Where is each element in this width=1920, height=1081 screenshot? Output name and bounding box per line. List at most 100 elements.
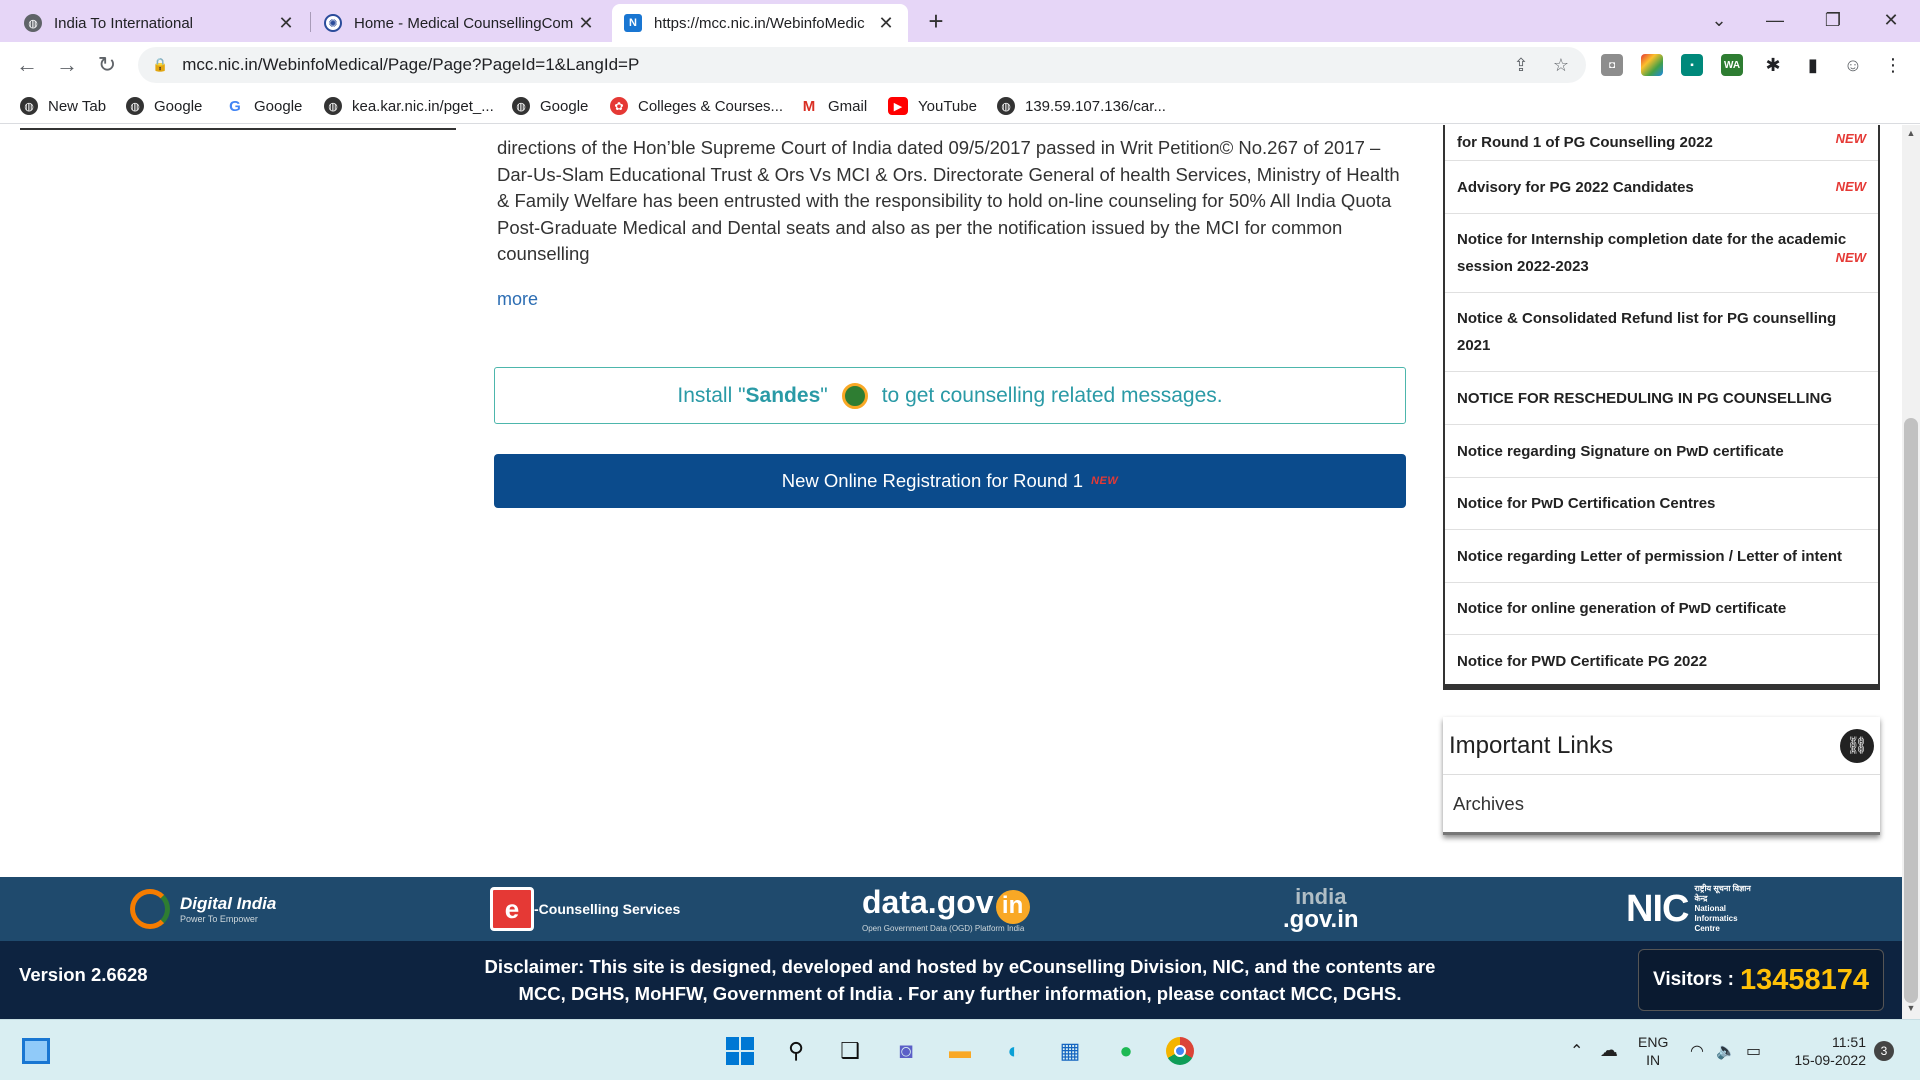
- widgets-icon[interactable]: [20, 1035, 52, 1067]
- tab-separator: [310, 12, 311, 32]
- new-badge: NEW: [1835, 131, 1866, 146]
- version-label: Version 2.6628: [19, 964, 148, 985]
- bookmark-kea[interactable]: ◍ kea.kar.nic.in/pget_...: [324, 95, 494, 117]
- bookmark-youtube[interactable]: ▶ YouTube: [888, 95, 977, 117]
- notice-item[interactable]: NOTICE FOR RESCHEDULING IN PG COUNSELLIN…: [1445, 372, 1878, 425]
- bookmark-google-3[interactable]: ◍ Google: [512, 95, 588, 117]
- globe-icon: ◍: [20, 97, 38, 115]
- bookmark-google-2[interactable]: G Google: [226, 95, 302, 117]
- menu-dots-icon[interactable]: ⋮: [1878, 50, 1908, 80]
- new-tab-button[interactable]: +: [922, 6, 950, 37]
- visitors-count: 13458174: [1739, 963, 1869, 996]
- notice-text: Advisory for PG 2022 Candidates: [1457, 178, 1694, 196]
- profile-avatar[interactable]: ☺: [1838, 50, 1868, 80]
- browser-tab-2[interactable]: ✺ Home - Medical CounsellingCom ✕: [312, 4, 608, 42]
- scroll-up-arrow-icon[interactable]: ▲: [1904, 128, 1918, 142]
- notice-item[interactable]: Notice regarding Signature on PwD certif…: [1445, 425, 1878, 478]
- restore-icon[interactable]: ❐: [1810, 0, 1856, 40]
- spotify-icon[interactable]: ●: [1110, 1035, 1142, 1067]
- wifi-icon[interactable]: ◠: [1690, 1020, 1704, 1081]
- camera-extension-icon[interactable]: ◘: [1601, 54, 1623, 76]
- registration-button-label: New Online Registration for Round 1: [781, 470, 1084, 491]
- browser-tab-1[interactable]: ◍ India To International ✕: [12, 4, 308, 42]
- bookmark-label: kea.kar.nic.in/pget_...: [352, 97, 494, 115]
- notification-center[interactable]: 3: [1874, 1020, 1894, 1081]
- reload-icon[interactable]: ↻: [92, 50, 122, 80]
- language-indicator[interactable]: ENG IN: [1638, 1020, 1668, 1081]
- more-link[interactable]: more: [497, 289, 538, 310]
- address-bar[interactable]: 🔒 mcc.nic.in/WebinfoMedical/Page/Page?Pa…: [138, 47, 1586, 83]
- notice-item[interactable]: Notice for PWD Certificate PG 2022: [1445, 635, 1878, 688]
- ecounselling-logo[interactable]: e -Counselling Services: [490, 881, 680, 937]
- notice-item[interactable]: Notice for Internship completion date fo…: [1445, 214, 1878, 293]
- address-url[interactable]: mcc.nic.in/WebinfoMedical/Page/Page?Page…: [182, 55, 639, 75]
- back-arrow-icon[interactable]: ←: [12, 50, 42, 80]
- page-scrollbar-thumb[interactable]: [1904, 418, 1918, 1003]
- window-close-icon[interactable]: ✕: [1868, 0, 1914, 40]
- teams-chat-icon[interactable]: ◙: [890, 1035, 922, 1067]
- bookmark-star-icon[interactable]: ☆: [1546, 50, 1576, 80]
- archives-link[interactable]: Archives: [1443, 775, 1880, 815]
- notice-item[interactable]: Notice for online generation of PwD cert…: [1445, 583, 1878, 635]
- task-view-icon[interactable]: ❑: [834, 1035, 866, 1067]
- bookmark-new-tab[interactable]: ◍ New Tab: [20, 95, 106, 117]
- colleges-logo-icon: ✿: [610, 97, 628, 115]
- side-panel-icon[interactable]: ▮: [1798, 50, 1828, 80]
- notice-text: Notice regarding Signature on PwD certif…: [1457, 442, 1784, 460]
- bookmark-gmail[interactable]: M Gmail: [800, 95, 867, 117]
- bookmark-label: Google: [254, 97, 303, 115]
- color-extension-icon[interactable]: [1641, 54, 1663, 76]
- notice-item[interactable]: Advisory for PG 2022 Candidates NEW: [1445, 161, 1878, 214]
- important-links-panel: Important Links ⛓ Archives: [1443, 717, 1880, 835]
- about-intro-text: directions of the Hon’ble Supreme Court …: [497, 137, 1400, 264]
- close-icon[interactable]: ✕: [576, 13, 596, 34]
- notice-item[interactable]: Notice regarding Letter of permission / …: [1445, 530, 1878, 583]
- onedrive-cloud-icon[interactable]: ☁: [1600, 1020, 1618, 1081]
- clock[interactable]: 11:51 15-09-2022: [1786, 1020, 1866, 1081]
- notification-count-badge: 3: [1874, 1040, 1894, 1061]
- bookmark-colleges[interactable]: ✿ Colleges & Courses...: [610, 95, 783, 117]
- chrome-icon[interactable]: [1164, 1035, 1196, 1067]
- file-explorer-icon[interactable]: ▬: [944, 1035, 976, 1067]
- sandes-install-banner[interactable]: Install " Sandes " to get counselling rela…: [494, 367, 1406, 424]
- lock-icon[interactable]: 🔒: [152, 57, 168, 73]
- share-icon[interactable]: ⇪: [1506, 50, 1536, 80]
- scroll-down-arrow-icon[interactable]: ▼: [1904, 1003, 1918, 1017]
- language-bottom: IN: [1646, 1051, 1661, 1068]
- minimize-icon[interactable]: —: [1752, 0, 1798, 40]
- sandes-logo-icon: [841, 382, 868, 409]
- globe-icon: ◍: [324, 97, 342, 115]
- bookmark-ip[interactable]: ◍ 139.59.107.136/car...: [997, 95, 1166, 117]
- browser-tab-3-active[interactable]: N https://mcc.nic.in/WebinfoMedic ✕: [612, 4, 908, 42]
- meet-extension-icon[interactable]: ▪: [1681, 54, 1703, 76]
- new-registration-button[interactable]: New Online Registration for Round 1 NEW: [494, 454, 1406, 508]
- close-icon[interactable]: ✕: [876, 13, 896, 34]
- india-gov-logo[interactable]: india .gov.in: [1283, 881, 1359, 937]
- globe-icon: ◍: [126, 97, 144, 115]
- tab-title: https://mcc.nic.in/WebinfoMedic: [654, 14, 865, 32]
- puzzle-extensions-icon[interactable]: ✱: [1758, 50, 1788, 80]
- windows-start-icon[interactable]: [724, 1035, 756, 1067]
- datagov-logo[interactable]: data.gov in Open Government Data (OGD) Pl…: [862, 881, 1030, 937]
- nic-logo[interactable]: NIC राष्ट्रीय सूचना विज्ञान केन्द्र Nati…: [1626, 881, 1758, 937]
- notice-item[interactable]: Notice & Consolidated Refund list for PG…: [1445, 293, 1878, 372]
- notice-item[interactable]: Notice for PwD Certification Centres: [1445, 478, 1878, 530]
- tab-search-icon[interactable]: ⌄: [1696, 0, 1742, 40]
- battery-icon[interactable]: ▭: [1746, 1020, 1761, 1081]
- edge-browser-icon[interactable]: ◐: [998, 1035, 1030, 1067]
- microsoft-store-icon[interactable]: ▦: [1054, 1035, 1086, 1067]
- globe-icon: ◍: [997, 97, 1015, 115]
- notice-text: for Round 1 of PG Counselling 2022: [1457, 134, 1713, 151]
- close-icon[interactable]: ✕: [276, 13, 296, 34]
- speaker-icon[interactable]: 🔈: [1716, 1020, 1736, 1081]
- bookmark-google-1[interactable]: ◍ Google: [126, 95, 202, 117]
- digital-india-emblem-icon: [130, 889, 170, 929]
- digital-india-logo[interactable]: Digital India Power To Empower: [130, 881, 276, 937]
- tray-overflow-chevron-icon[interactable]: ⌃: [1570, 1020, 1583, 1081]
- notice-item[interactable]: for Round 1 of PG Counselling 2022 NEW: [1445, 125, 1878, 161]
- forward-arrow-icon[interactable]: →: [52, 50, 82, 80]
- emblem-icon: ✺: [324, 14, 342, 32]
- whatsapp-extension-icon[interactable]: WA: [1721, 54, 1743, 76]
- search-icon[interactable]: ⚲: [780, 1035, 812, 1067]
- important-links-title: Important Links: [1449, 731, 1614, 759]
